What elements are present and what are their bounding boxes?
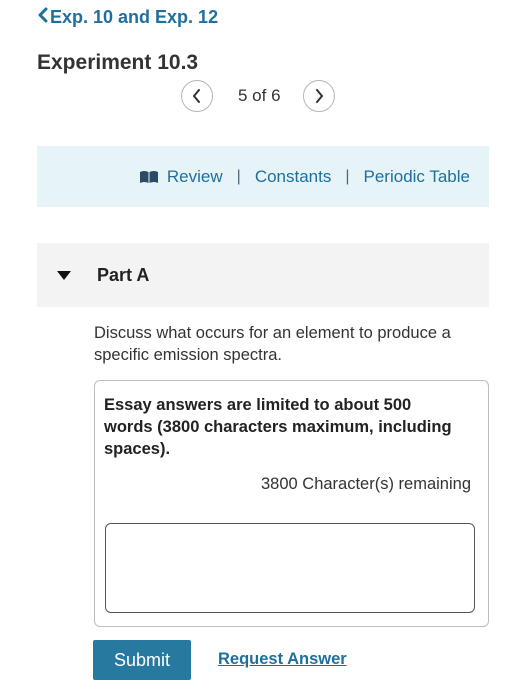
next-button[interactable]: [302, 80, 335, 112]
periodic-table-link[interactable]: Periodic Table: [364, 167, 470, 187]
answer-input[interactable]: [105, 523, 475, 613]
pager-text: 5 of 6: [238, 86, 281, 105]
constants-label: Constants: [254, 166, 332, 186]
book-icon: [139, 170, 159, 184]
chevron-right-icon: [314, 89, 324, 103]
back-link[interactable]: Exp. 10 and Exp. 12: [37, 7, 218, 28]
chevron-left-icon: [37, 7, 48, 28]
essay-limit-text: Essay answers are limited to about 500 w…: [104, 396, 452, 458]
page: Exp. 10 and Exp. 12 Experiment 10.3 5 of…: [0, 0, 523, 700]
request-answer-link[interactable]: Request Answer: [218, 650, 347, 669]
question-text: Discuss what occurs for an element to pr…: [94, 324, 451, 364]
caret-down-icon: [57, 270, 71, 280]
page-title: Experiment 10.3: [37, 51, 199, 74]
chevron-left-icon: [192, 89, 202, 103]
separator: |: [236, 167, 241, 185]
resource-bar: Review | Constants | Periodic Table: [37, 146, 489, 207]
characters-remaining: 3800 Character(s) remaining: [260, 475, 471, 493]
submit-button[interactable]: Submit: [93, 640, 191, 680]
review-label: Review: [166, 166, 223, 186]
periodic-table-label: Periodic Table: [363, 166, 470, 186]
part-a-header[interactable]: Part A: [37, 243, 489, 307]
previous-button[interactable]: [181, 80, 213, 112]
part-label: Part A: [97, 264, 150, 285]
separator: |: [345, 167, 350, 185]
essay-box: Essay answers are limited to about 500 w…: [94, 380, 489, 627]
review-link[interactable]: Review: [139, 167, 223, 187]
pager: 5 of 6: [181, 80, 335, 112]
back-link-label: Exp. 10 and Exp. 12: [50, 7, 219, 27]
constants-link[interactable]: Constants: [255, 167, 332, 187]
